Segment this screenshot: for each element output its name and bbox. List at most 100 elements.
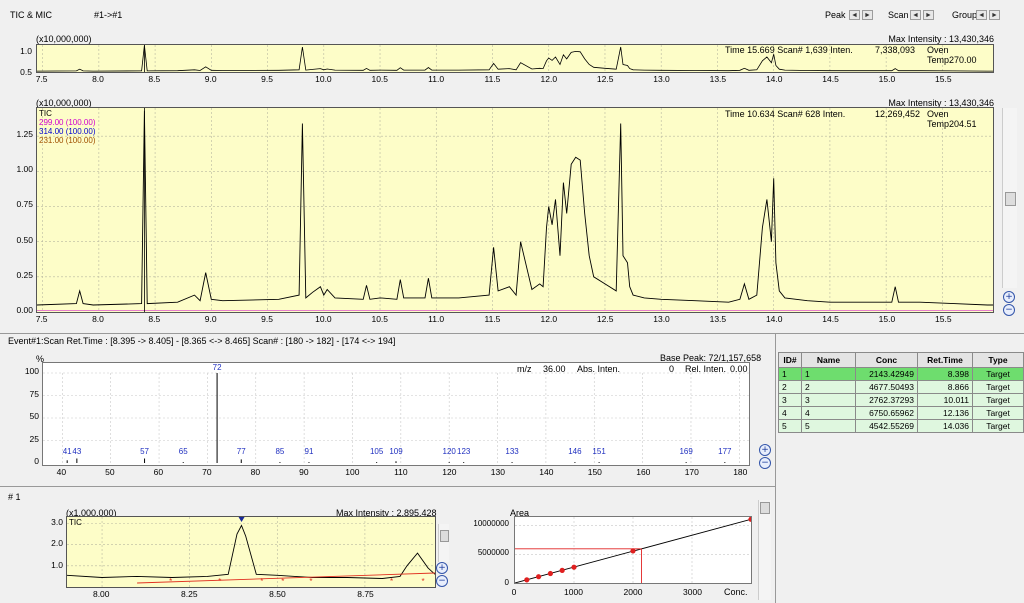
- cell-type: Target: [972, 380, 1024, 394]
- spectrum-peak-label: 85: [275, 447, 285, 456]
- spectrum-xtick: 80: [250, 467, 261, 477]
- col-header-name[interactable]: Name: [801, 352, 856, 368]
- spectrum-plot-area[interactable]: m/z 36.00 Abs. Inten. 0 Rel. Inten. 0.00…: [42, 362, 750, 466]
- col-header-conc[interactable]: Conc: [855, 352, 918, 368]
- right-arrow-icon: ►: [862, 9, 873, 20]
- tic-xtick: 9.5: [261, 314, 273, 324]
- spectrum-peak-label: 151: [592, 447, 606, 456]
- tic-xtick: 12.0: [540, 314, 558, 324]
- peak-next-button[interactable]: ►: [862, 9, 873, 20]
- zoom-out-icon[interactable]: −: [759, 457, 771, 469]
- table-row[interactable]: 5 5 4542.55269 14.036 Target: [778, 419, 1024, 433]
- left-arrow-icon: ◄: [976, 9, 987, 20]
- tic-legend: TIC 299.00 (100.00) 314.00 (100.00) 231.…: [39, 109, 96, 145]
- scan-next-button[interactable]: ►: [923, 9, 934, 20]
- zoom-out-icon[interactable]: −: [1003, 304, 1015, 316]
- table-row[interactable]: 4 4 6750.65962 12.136 Target: [778, 406, 1024, 420]
- tic-xtick: 15.0: [878, 314, 896, 324]
- zoom-in-icon[interactable]: +: [1003, 291, 1015, 303]
- cell-type: Target: [972, 406, 1024, 420]
- peak-xtick: 8.25: [181, 589, 198, 599]
- scan-prev-button[interactable]: ◄: [910, 9, 921, 20]
- group-prev-button[interactable]: ◄: [976, 9, 987, 20]
- overview-chromatogram[interactable]: (x10,000,000) Max Intensity : 13,430,346…: [6, 32, 1018, 92]
- compound-table-panel[interactable]: ID# Name Conc Ret.Time Type 1 1 2143.429…: [778, 352, 1024, 433]
- overview-xtick: 11.5: [484, 74, 501, 84]
- overview-plot-area[interactable]: Time 15.669 Scan# 1,639 Inten. 7,338,093…: [36, 44, 994, 73]
- group-next-button[interactable]: ►: [989, 9, 1000, 20]
- calibration-point: [559, 567, 565, 573]
- col-header-id[interactable]: ID#: [778, 352, 802, 368]
- spectrum-ytick: 75: [29, 388, 39, 399]
- calibration-point: [524, 577, 530, 583]
- calibration-plot-area[interactable]: [514, 516, 752, 584]
- overview-info-inten: 7,338,093: [875, 45, 916, 55]
- table-row[interactable]: 1 1 2143.42949 8.398 Target: [778, 367, 1024, 381]
- cell-conc: 4677.50493: [855, 380, 918, 394]
- tic-xtick: 8.5: [148, 314, 161, 324]
- spectrum-xtick: 140: [539, 467, 554, 477]
- scrollbar-thumb[interactable]: [760, 502, 770, 514]
- integration-mark: *: [309, 577, 312, 586]
- peak-ytick: 3.0: [51, 516, 63, 527]
- tic-xtick: 9.0: [204, 314, 217, 324]
- tic-chromatogram[interactable]: (x10,000,000) Max Intensity : 13,430,346…: [6, 96, 1018, 328]
- zoom-in-icon[interactable]: +: [759, 444, 771, 456]
- spectrum-peak-label: 109: [389, 447, 403, 456]
- peak-ytick: 1.0: [51, 560, 63, 571]
- legend-mz-231: 231.00 (100.00): [39, 136, 96, 145]
- calibration-curve: [515, 517, 751, 583]
- tic-xtick: 10.0: [315, 314, 332, 324]
- tic-xtick: 7.5: [35, 314, 48, 324]
- mass-spectrum-panel[interactable]: Event#1:Scan Ret.Time : [8.395 -> 8.405]…: [6, 336, 774, 484]
- overview-scale: (x10,000,000): [36, 34, 92, 44]
- spectrum-ytick: 25: [29, 433, 39, 444]
- calibration-xtick: 3000: [683, 587, 702, 597]
- cell-type: Target: [972, 419, 1024, 433]
- peak-series-line: [67, 524, 435, 579]
- zoom-in-icon[interactable]: +: [436, 562, 448, 574]
- file-label: #1->#1: [94, 10, 123, 20]
- table-row[interactable]: 2 2 4677.50493 8.866 Target: [778, 380, 1024, 394]
- tic-ytick: 0.75: [16, 199, 33, 210]
- peak-vertical-scrollbar[interactable]: [438, 524, 449, 562]
- overview-xtick: 10.0: [315, 74, 332, 84]
- peak-prev-button[interactable]: ◄: [849, 9, 860, 20]
- spectrum-peak-label: 123: [457, 447, 471, 456]
- peak-xtick: 8.75: [357, 589, 374, 599]
- peak-calibration-panel[interactable]: # 1 (x1,000,000) Max Intensity : 2,895,4…: [6, 488, 774, 602]
- spectrum-xtick: 170: [684, 467, 699, 477]
- overview-ytick: 1.0: [20, 46, 32, 56]
- overview-info-time: Time 15.669 Scan# 1,639 Inten.: [725, 45, 853, 55]
- tic-plot-area[interactable]: TIC 299.00 (100.00) 314.00 (100.00) 231.…: [36, 107, 994, 313]
- overview-xtick: 9.5: [261, 74, 273, 84]
- cell-name: 4: [801, 406, 856, 420]
- col-header-type[interactable]: Type: [972, 352, 1024, 368]
- spectrum-xtick: 130: [490, 467, 505, 477]
- table-row[interactable]: 3 3 2762.37293 10.011 Target: [778, 393, 1024, 407]
- overview-x-axis: 7.5 8.0 8.5 9.0 9.5 10.0 10.5 11.0 11.5 12.0 12.5 1…: [36, 74, 994, 86]
- tic-trace: [37, 108, 993, 312]
- calibration-y-axis: 10000000 5000000 0: [468, 516, 512, 587]
- peak-label: Peak: [825, 10, 846, 20]
- col-header-rettime[interactable]: Ret.Time: [917, 352, 973, 368]
- scrollbar-thumb[interactable]: [440, 530, 449, 542]
- scrollbar-thumb[interactable]: [1005, 192, 1016, 206]
- cell-conc: 2762.37293: [855, 393, 918, 407]
- left-arrow-icon: ◄: [849, 9, 860, 20]
- spectrum-xtick: 60: [153, 467, 164, 477]
- tic-ytick: 0.00: [16, 305, 33, 315]
- cell-rettime: 12.136: [917, 406, 973, 420]
- calibration-point: [748, 517, 751, 522]
- cell-name: 2: [801, 380, 856, 394]
- spectrum-ytick: 100: [24, 366, 39, 376]
- zoom-out-icon[interactable]: −: [436, 575, 448, 587]
- panel-vertical-scrollbar[interactable]: [758, 500, 771, 600]
- spectrum-peak-label: 57: [140, 447, 149, 456]
- left-arrow-icon: ◄: [910, 9, 921, 20]
- tic-info-oven: Oven Temp204.51: [927, 109, 977, 129]
- calibration-x-axis: 0 1000 2000 3000: [512, 587, 752, 599]
- peak-plot-area[interactable]: * * * * * * * TIC: [66, 516, 436, 588]
- right-arrow-icon: ►: [923, 9, 934, 20]
- tic-vertical-scrollbar[interactable]: [1002, 108, 1017, 288]
